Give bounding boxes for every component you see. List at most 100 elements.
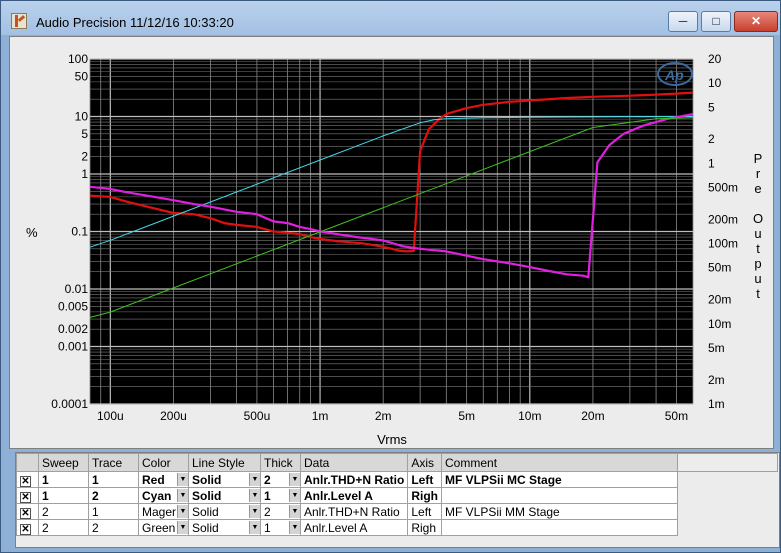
legend-cell-comment[interactable] (441, 519, 679, 536)
dropdown-arrow-icon[interactable]: ▼ (177, 521, 188, 534)
legend-cell-thick[interactable]: 1 ▼ (260, 487, 301, 504)
legend-cell-data[interactable]: Anlr.THD+N Ratio (299, 471, 409, 488)
col-axis[interactable]: Axis (407, 453, 443, 472)
dropdown-arrow-icon[interactable]: ▼ (289, 505, 300, 518)
legend-cell-checkbox[interactable]: ✕ (16, 519, 39, 536)
legend-cell-line-style[interactable]: Solid ▼ (188, 487, 261, 504)
legend-cell-comment[interactable]: MF VLPSii MC Stage (441, 471, 679, 488)
y-tick-label: 1 (81, 167, 88, 181)
dropdown-arrow-icon[interactable]: ▼ (249, 505, 260, 518)
legend-cell-line-style[interactable]: Solid ▼ (188, 519, 261, 536)
minimize-button[interactable]: ─ (668, 11, 698, 32)
dropdown-arrow-icon[interactable]: ▼ (289, 489, 300, 502)
trace-enable-checkbox[interactable]: ✕ (20, 491, 31, 503)
col-sweep[interactable]: Sweep (38, 453, 89, 472)
legend-cell-trace[interactable]: 1 (88, 471, 139, 488)
y2-tick-label: 500m (708, 181, 738, 195)
col-trace[interactable]: Trace (88, 453, 139, 472)
y-tick-label: 10 (75, 110, 89, 124)
legend-value-thick: 2 (264, 504, 271, 519)
right-axis-label-char: u (754, 226, 761, 241)
legend-cell-line-style[interactable]: Solid ▼ (188, 503, 261, 520)
right-axis-label-char: u (754, 271, 761, 286)
legend-value-line-style: Solid (192, 472, 222, 487)
legend-cell-sweep[interactable]: 2 (38, 503, 89, 520)
legend-value-color: Mager (142, 504, 177, 519)
legend-cell-thick[interactable]: 2 ▼ (260, 503, 301, 520)
legend-cell-sweep[interactable]: 2 (38, 519, 89, 536)
y-tick-label: 0.1 (71, 225, 88, 239)
legend-cell-comment[interactable] (441, 487, 679, 504)
y-tick-label: 0.002 (58, 322, 88, 336)
y2-tick-label: 1m (708, 397, 725, 411)
legend-cell-sweep[interactable]: 1 (38, 487, 89, 504)
legend-value-line-style: Solid (192, 488, 222, 503)
legend-cell-trace[interactable]: 2 (88, 487, 139, 504)
dropdown-arrow-icon[interactable]: ▼ (249, 489, 260, 502)
legend-cell-checkbox[interactable]: ✕ (16, 487, 39, 504)
col-data[interactable]: Data (299, 453, 409, 472)
dropdown-arrow-icon[interactable]: ▼ (249, 521, 260, 534)
legend-cell-sweep[interactable]: 1 (38, 471, 89, 488)
legend-cell-color[interactable]: Red ▼ (138, 471, 189, 488)
legend-cell-color[interactable]: Cyan ▼ (138, 487, 189, 504)
right-axis-label: PreOutput (753, 151, 763, 301)
trace-enable-checkbox[interactable]: ✕ (20, 523, 31, 535)
y2-tick-label: 1 (708, 156, 715, 170)
legend-cell-axis[interactable]: Left (407, 471, 443, 488)
right-axis-label-char: t (756, 241, 760, 256)
legend-row[interactable]: ✕ 2 2 Green ▼ Solid ▼ 1 ▼ Anlr.Level A Righ (16, 519, 778, 536)
dropdown-arrow-icon[interactable]: ▼ (177, 489, 188, 502)
trace-enable-checkbox[interactable]: ✕ (20, 507, 31, 519)
legend-cell-thick[interactable]: 1 ▼ (260, 519, 301, 536)
legend-value-comment: MF VLPSii MC Stage (445, 472, 562, 487)
maximize-button[interactable]: □ (701, 11, 731, 32)
col-color[interactable]: Color (138, 453, 189, 472)
legend-cell-trace[interactable]: 1 (88, 503, 139, 520)
legend-cell-data[interactable]: Anlr.Level A (299, 487, 409, 504)
dropdown-arrow-icon[interactable]: ▼ (289, 521, 300, 534)
legend-value-color: Red (142, 472, 165, 487)
legend-cell-checkbox[interactable]: ✕ (16, 503, 39, 520)
right-axis-label-char: P (754, 151, 763, 166)
title-bar[interactable]: Audio Precision 11/12/16 10:33:20 ─ □ ✕ (1, 1, 780, 35)
legend-value-data: Anlr.Level A (304, 488, 373, 503)
legend-value-thick: 2 (264, 472, 271, 487)
legend-cell-color[interactable]: Green ▼ (138, 519, 189, 536)
legend-cell-thick[interactable]: 2 ▼ (260, 471, 301, 488)
legend-value-trace: 2 (92, 520, 99, 535)
y2-tick-label: 20m (708, 293, 731, 307)
dropdown-arrow-icon[interactable]: ▼ (249, 473, 260, 486)
legend-cell-trace[interactable]: 2 (88, 519, 139, 536)
dropdown-arrow-icon[interactable]: ▼ (289, 473, 300, 486)
graph-canvas[interactable]: 100u 200u 500u 1m 2m 5m 10m 20m 50m 100 50 10 5 2 1 0.1… (10, 37, 775, 450)
close-button[interactable]: ✕ (734, 11, 778, 32)
app-icon[interactable] (11, 13, 27, 29)
legend-cell-axis[interactable]: Left (407, 503, 443, 520)
col-comment[interactable]: Comment (441, 453, 679, 472)
y2-tick-label: 2m (708, 373, 725, 387)
legend-cell-axis[interactable]: Righ (407, 487, 443, 504)
legend-value-axis: Righ (411, 520, 437, 535)
legend-row[interactable]: ✕ 2 1 Mager ▼ Solid ▼ 2 ▼ Anlr.THD+N Ratio Left MF … (16, 503, 778, 520)
y2-tick-label: 5m (708, 341, 725, 355)
legend-cell-data[interactable]: Anlr.THD+N Ratio (299, 503, 409, 520)
col-thick[interactable]: Thick (260, 453, 301, 472)
legend-row[interactable]: ✕ 1 1 Red ▼ Solid ▼ 2 ▼ Anlr.THD+N Ratio Left MF VL… (16, 471, 778, 488)
legend-row[interactable]: ✕ 1 2 Cyan ▼ Solid ▼ 1 ▼ Anlr.Level A Righ (16, 487, 778, 504)
legend-cell-axis[interactable]: Righ (407, 519, 443, 536)
right-axis-label-char: p (754, 256, 761, 271)
dropdown-arrow-icon[interactable]: ▼ (177, 505, 188, 518)
x-tick-label: 500u (244, 409, 271, 423)
legend-value-thick: 1 (264, 520, 271, 535)
legend-cell-comment[interactable]: MF VLPSii MM Stage (441, 503, 679, 520)
dropdown-arrow-icon[interactable]: ▼ (177, 473, 188, 486)
legend-cell-data[interactable]: Anlr.Level A (299, 519, 409, 536)
legend-cell-line-style[interactable]: Solid ▼ (188, 471, 261, 488)
audio-precision-window: Audio Precision 11/12/16 10:33:20 ─ □ ✕ … (0, 0, 781, 553)
legend-cell-color[interactable]: Mager ▼ (138, 503, 189, 520)
legend-cell-checkbox[interactable]: ✕ (16, 471, 39, 488)
col-line-style[interactable]: Line Style (188, 453, 261, 472)
legend-cell-blank (677, 519, 778, 536)
trace-enable-checkbox[interactable]: ✕ (20, 475, 31, 487)
